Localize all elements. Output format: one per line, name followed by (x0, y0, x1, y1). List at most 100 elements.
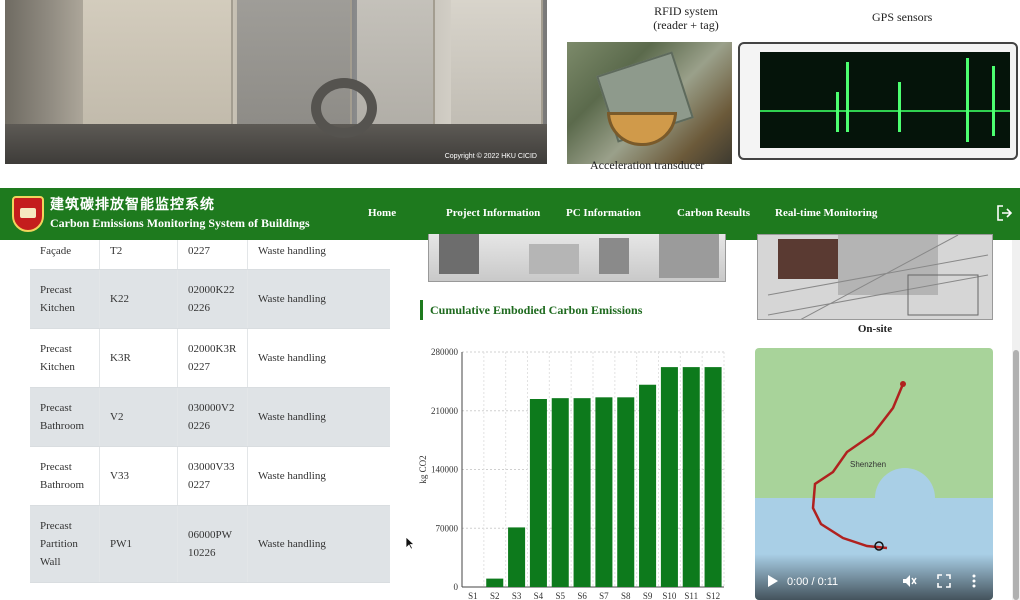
cumulative-carbon-bar-chart: 0 70000 140000 210000 280000 S1 S2 S3 S4 S5 S6 S7 S8… (418, 347, 725, 600)
cell-code: K22 (100, 270, 178, 328)
cell-id: 02000K3R0227 (178, 329, 248, 387)
bar-s12 (704, 367, 722, 587)
model-block (599, 238, 629, 274)
table-row[interactable]: Precast Kitchen K3R 02000K3R0227 Waste h… (30, 329, 390, 388)
bar-s5 (551, 398, 569, 587)
rfid-label-line1: RFID system (654, 4, 718, 18)
cell-type: Precast Kitchen (30, 329, 100, 387)
rfid-label-line2: (reader + tag) (653, 18, 719, 32)
cell-id: 030000V20226 (178, 388, 248, 446)
table-row[interactable]: Precast Partition Wall PW1 06000PW10226 … (30, 506, 390, 583)
table-row[interactable]: Precast Bathroom V2 030000V20226 Waste h… (30, 388, 390, 447)
mute-icon[interactable] (901, 573, 917, 589)
x-tick-label: S3 (512, 591, 522, 600)
model-block (439, 234, 479, 274)
lifting-ring (311, 78, 377, 138)
cell-type: Precast Kitchen (30, 270, 100, 328)
onsite-model-drawing (758, 235, 992, 319)
scope-baseline (760, 110, 1010, 112)
nav-link-real-time-monitoring[interactable]: Real-time Monitoring (775, 207, 877, 219)
table-row[interactable]: Precast Kitchen K22 02000K220226 Waste h… (30, 270, 390, 329)
top-image-strip: Copyright © 2022 HKU CICID RFID system (… (0, 0, 1020, 188)
brand-title-en: Carbon Emissions Monitoring System of Bu… (50, 216, 310, 230)
bar-s8 (617, 397, 635, 587)
brand-title-cn: 建筑碳排放智能监控系统 (50, 197, 215, 213)
bar-s7 (595, 397, 613, 587)
fullscreen-icon[interactable] (937, 574, 951, 588)
precast-slab-photo: Copyright © 2022 HKU CICID (5, 0, 547, 164)
chart-title: Cumulative Embodied Carbon Emissions (420, 300, 642, 320)
scope-spike (836, 92, 839, 132)
route-start (900, 381, 906, 387)
map-city-label: Shenzhen (850, 460, 887, 469)
cell-type: Precast Bathroom (30, 388, 100, 446)
rfid-label: RFID system (reader + tag) (636, 4, 736, 32)
cell-code: V2 (100, 388, 178, 446)
onsite-label: On-site (857, 323, 893, 335)
x-tick-label: S6 (577, 591, 587, 600)
cell-stage: Waste handling (258, 411, 326, 423)
gps-route-video[interactable]: Shenzhen 0:00 / 0:11 (755, 348, 993, 600)
cell-id: 03000V330227 (178, 447, 248, 505)
cell-type: Precast Partition Wall (30, 506, 100, 582)
y-axis-label: kg CO2 (418, 455, 428, 483)
table-row[interactable]: Façade T2 0227 Waste handling (30, 240, 390, 270)
model-block (529, 244, 579, 274)
cell-code: K3R (100, 329, 178, 387)
y-tick-label: 70000 (436, 523, 459, 533)
scope-spike (992, 66, 995, 136)
scope-spike (898, 82, 901, 132)
cell-type: Precast Bathroom (30, 447, 100, 505)
cell-stage: Waste handling (258, 470, 326, 482)
y-tick-label: 210000 (431, 406, 459, 416)
nav-link-pc-information[interactable]: PC Information (566, 207, 641, 219)
page-scrollbar[interactable] (1012, 240, 1020, 600)
x-tick-label: S9 (643, 591, 653, 600)
component-table: Façade T2 0227 Waste handling Precast Ki… (30, 240, 390, 600)
play-icon[interactable] (767, 574, 779, 588)
x-tick-label: S10 (662, 591, 677, 600)
cell-stage: Waste handling (258, 538, 326, 550)
x-tick-label: S5 (555, 591, 565, 600)
bim-model-image (428, 234, 726, 282)
nav-link-home[interactable]: Home (368, 207, 396, 219)
cell-code: PW1 (100, 506, 178, 582)
x-tick-label: S4 (534, 591, 544, 600)
cell-code: T2 (100, 240, 178, 269)
cell-id: 06000PW10226 (178, 506, 248, 582)
table-row[interactable]: Precast Bathroom V33 03000V330227 Waste … (30, 447, 390, 506)
x-tick-label: S7 (599, 591, 609, 600)
bar-s2 (486, 578, 504, 587)
cell-stage: Waste handling (258, 244, 326, 257)
video-time: 0:00 / 0:11 (787, 576, 839, 588)
scope-spike (966, 58, 969, 142)
scroll-thumb[interactable] (1013, 350, 1019, 600)
scope-screen (760, 52, 1010, 148)
hku-logo[interactable] (12, 196, 44, 232)
acceleration-label: Acceleration transducer (590, 158, 705, 172)
nav-link-project-information[interactable]: Project Information (446, 207, 540, 219)
bar-s6 (573, 398, 591, 587)
table-row[interactable] (30, 583, 390, 600)
video-controls: 0:00 / 0:11 (755, 554, 993, 600)
machine-photo (567, 42, 732, 164)
scope-spike (846, 62, 849, 132)
nav-link-carbon-results[interactable]: Carbon Results (677, 207, 750, 219)
x-tick-label: S8 (621, 591, 631, 600)
cell-stage: Waste handling (258, 352, 326, 364)
cell-type: Façade (30, 240, 100, 269)
cell-stage: Waste handling (258, 293, 326, 305)
more-options-icon[interactable] (971, 573, 977, 589)
cell-id: 0227 (178, 240, 248, 269)
cell-code: V33 (100, 447, 178, 505)
logout-icon[interactable] (996, 204, 1012, 222)
cell-id: 02000K220226 (178, 270, 248, 328)
model-block (659, 234, 719, 278)
y-tick-label: 0 (454, 582, 459, 592)
x-tick-label: S2 (490, 591, 500, 600)
bar-s4 (529, 399, 547, 587)
x-tick-label: S1 (468, 591, 478, 600)
onsite-model-image (757, 234, 993, 320)
oscilloscope-screenshot (738, 42, 1018, 160)
photo-copyright: Copyright © 2022 HKU CICID (444, 153, 537, 160)
